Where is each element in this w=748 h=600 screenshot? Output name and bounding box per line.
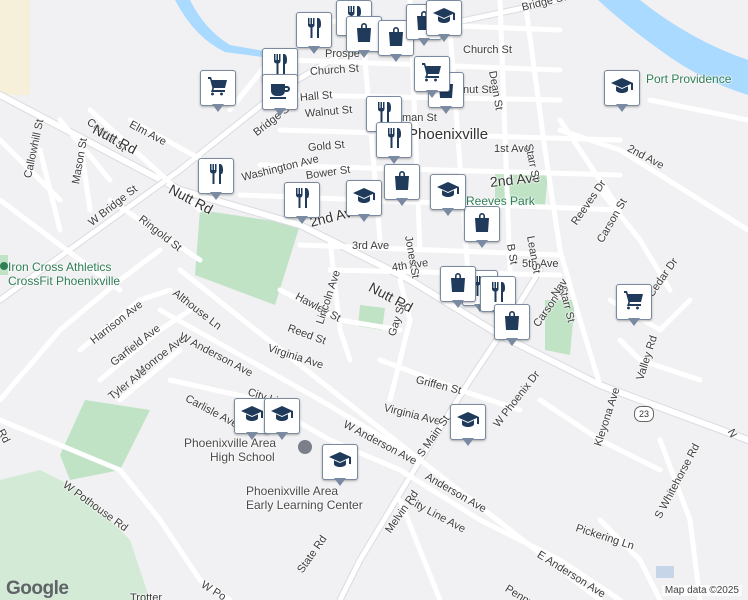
gym-dot-icon[interactable] (0, 262, 8, 270)
restaurant-marker[interactable] (198, 158, 234, 202)
grocery-marker[interactable] (616, 284, 652, 328)
shopping-bag-icon (352, 20, 376, 49)
school-marker[interactable] (346, 180, 382, 224)
google-logo: Google (6, 578, 69, 599)
shopping-bag-icon (390, 168, 414, 197)
elc-label: Early Learning Center (246, 498, 363, 512)
map-credit[interactable]: Map data ©2025 (661, 585, 742, 596)
shopping-marker[interactable] (494, 304, 530, 348)
restaurant-marker[interactable] (284, 182, 320, 226)
shopping-bag-icon (384, 24, 408, 53)
school-marker[interactable] (264, 398, 300, 442)
shopping-bag-icon (500, 308, 524, 337)
restaurant-marker[interactable] (376, 122, 412, 166)
route-23-shield: 23 (634, 406, 654, 422)
grocery-marker[interactable] (414, 56, 450, 100)
shopping-cart-icon (622, 288, 646, 317)
school-marker[interactable] (426, 0, 462, 44)
shopping-marker[interactable] (440, 266, 476, 310)
shopping-marker[interactable] (464, 206, 500, 250)
fork-knife-icon (302, 16, 326, 45)
shopping-cart-icon (206, 74, 230, 103)
school-marker[interactable] (430, 174, 466, 218)
graduation-cap-icon (270, 402, 294, 431)
shopping-bag-icon (470, 210, 494, 239)
graduation-cap-icon (456, 408, 480, 437)
restaurant-marker[interactable] (296, 12, 332, 56)
grocery-marker[interactable] (200, 70, 236, 114)
street-label: Trotter (130, 592, 162, 600)
fork-knife-icon (382, 126, 406, 155)
cafe-marker[interactable] (262, 74, 298, 118)
graduation-cap-icon (610, 74, 634, 103)
school-marker[interactable] (604, 70, 640, 114)
high-school-label: High School (210, 450, 275, 464)
street-label: nut St (463, 84, 492, 96)
street-label: 3rd Ave (352, 240, 390, 252)
coffee-cup-icon (268, 78, 292, 107)
graduation-cap-icon (436, 178, 460, 207)
fork-knife-icon (204, 162, 228, 191)
graduation-cap-icon (240, 402, 264, 431)
shopping-marker[interactable] (384, 164, 420, 208)
fork-knife-icon (290, 186, 314, 215)
gym-label: CrossFit Phoenixville (8, 274, 121, 288)
school-marker[interactable] (322, 444, 358, 488)
town-label: Phoenixville (408, 126, 489, 143)
school-info-icon[interactable] (298, 440, 312, 454)
shopping-cart-icon (420, 60, 444, 89)
port-providence-label: Port Providence (646, 72, 732, 86)
graduation-cap-icon (352, 184, 376, 213)
pool-marker (656, 566, 674, 578)
graduation-cap-icon (432, 4, 456, 33)
graduation-cap-icon (328, 448, 352, 477)
shopping-bag-icon (446, 270, 470, 299)
map-canvas[interactable]: Bridge St Church St Church St Prospe Dea… (0, 0, 748, 600)
school-marker[interactable] (450, 404, 486, 448)
shopping-marker[interactable] (346, 16, 382, 60)
street-label: Church St (463, 44, 512, 56)
gym-label: Iron Cross Athletics (8, 260, 112, 274)
